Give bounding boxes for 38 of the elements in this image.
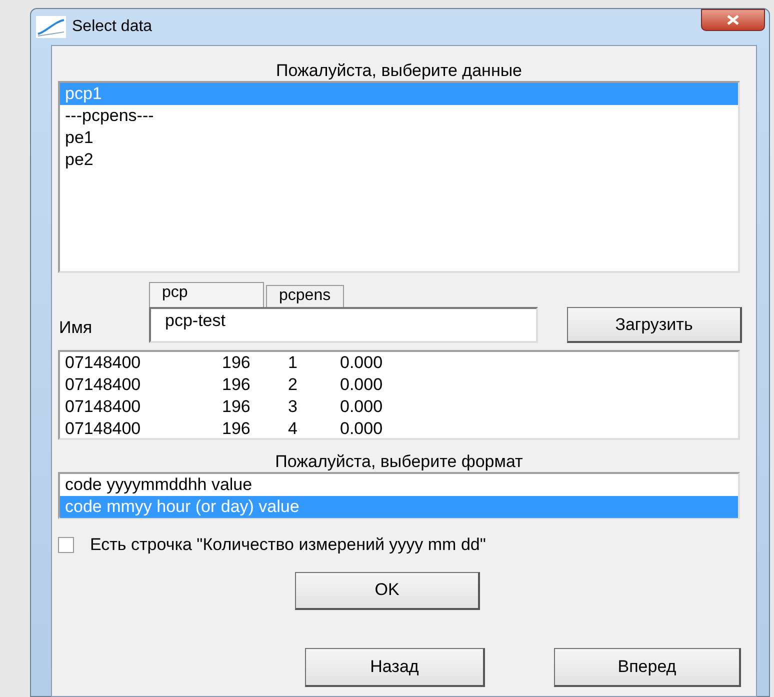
checkbox-label: Есть строчка "Количество измерений yyyy mm dd" [90,534,486,556]
table-cell: 0.000 [340,352,383,374]
table-cell-text: 2 [288,374,298,396]
list-item[interactable]: code yyyymmddhh value [60,474,738,496]
table-cell-text: 1 [288,352,298,374]
table-cell-text: 196 [222,352,252,374]
data-listbox[interactable]: pcp1 ---pcpens--- pe1 pe2 [58,81,740,273]
table-cell-text: 3 [288,396,298,418]
table-cell-text: 4 [288,418,298,440]
close-button[interactable] [701,9,765,31]
window-title: Select data [72,17,152,37]
table-cell: 0.000 [340,396,383,418]
name-field[interactable]: pcp-test [149,307,538,343]
list-heading: Пожалуйста, выберите данные [274,60,524,81]
tab[interactable]: pcpens [266,285,344,307]
back-button[interactable]: Назад [305,648,485,686]
next-button[interactable]: Вперед [554,648,741,686]
table-cell-text: 196 [222,396,252,418]
format-listbox[interactable]: code yyyymmddhh value code mmyy hour (or day) value [58,472,740,519]
app-icon [36,16,66,38]
table-cell-text: 07148400 [65,374,142,396]
list-item[interactable]: pe2 [60,149,738,171]
table-cell-text: 07148400 [65,418,142,440]
list-item[interactable]: ---pcpens--- [60,105,738,127]
ok-button[interactable]: OK [295,572,480,610]
format-heading: Пожалуйста, выберите формат [274,451,524,472]
table-cell-text: 07148400 [65,396,142,418]
checkbox[interactable] [58,536,74,553]
list-item[interactable]: pe1 [60,127,738,149]
tab[interactable]: pcp [149,282,264,307]
name-label: Имя [58,317,94,340]
table-cell-text: 196 [222,418,252,440]
close-icon [726,15,740,25]
table-cell: 0.000 [340,374,383,396]
table-cell-text: 07148400 [65,352,142,374]
table-cell-text: 196 [222,374,252,396]
table-cell: 0.000 [340,418,383,440]
load-button[interactable]: Загрузить [567,307,742,343]
